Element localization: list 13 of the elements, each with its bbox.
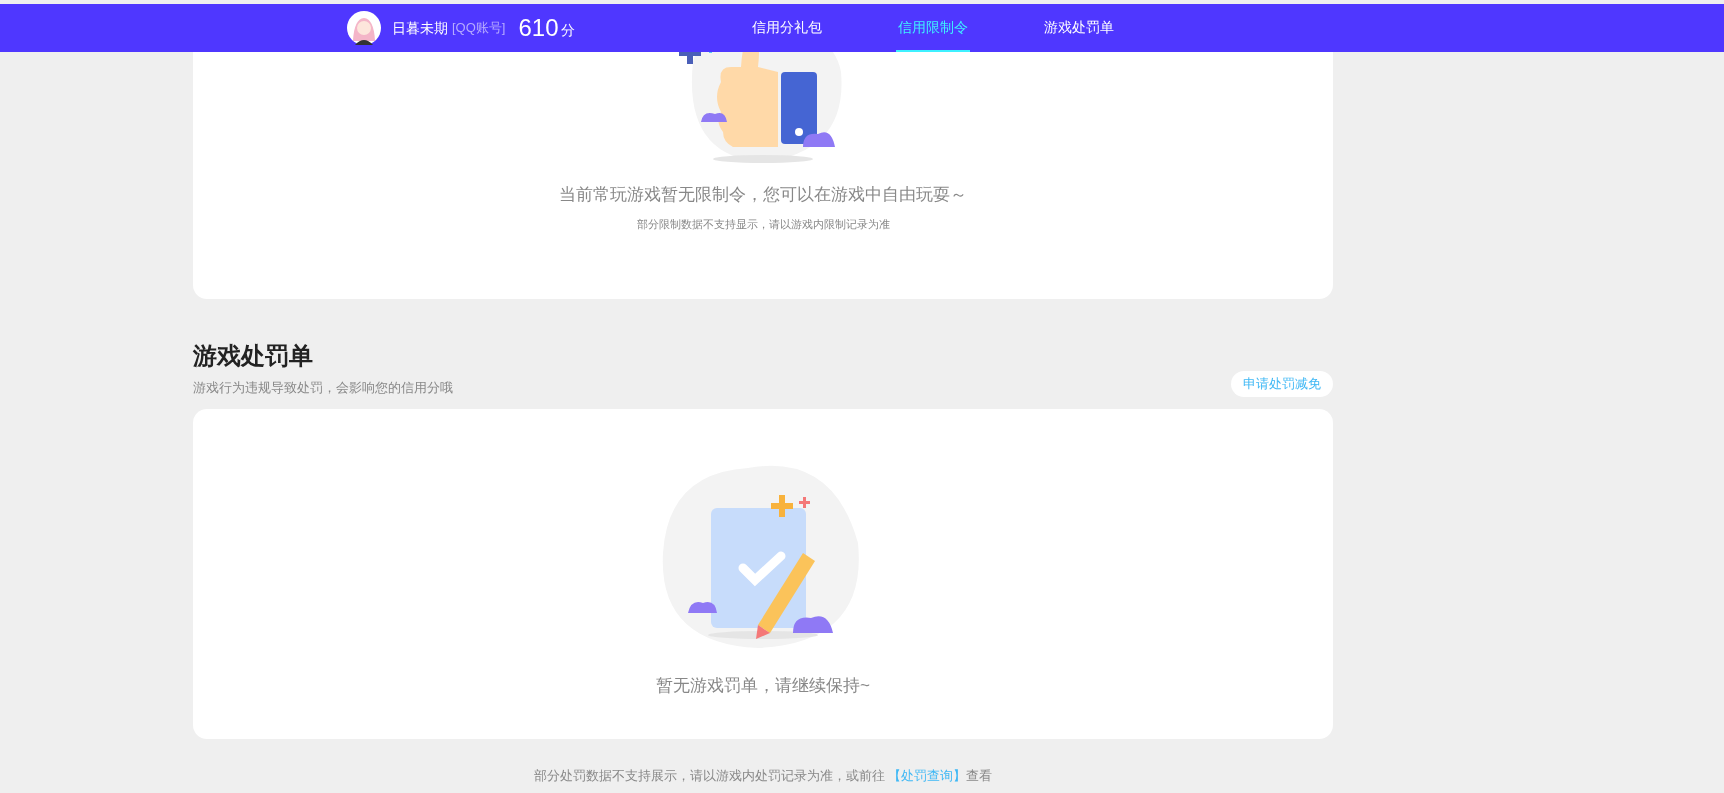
credit-score: 610 bbox=[518, 13, 559, 43]
score-unit: 分 bbox=[560, 20, 575, 40]
section-subtitle: 游戏行为违规导致处罚，会影响您的信用分哦 bbox=[193, 378, 453, 397]
avatar-icon bbox=[347, 11, 381, 45]
nav-tab[interactable]: 游戏处罚单 bbox=[1041, 4, 1116, 52]
restriction-note: 部分限制数据不支持显示，请以游戏内限制记录为准 bbox=[636, 216, 890, 232]
nav-tab[interactable]: 信用分礼包 bbox=[749, 4, 824, 52]
restriction-message: 当前常玩游戏暂无限制令，您可以在游戏中自由玩耍～ bbox=[559, 184, 967, 206]
footer-note: 部分处罚数据不支持展示，请以游戏内处罚记录为准，或前往 【处罚查询】查看 bbox=[532, 767, 994, 785]
user-name: 日暮未期 bbox=[392, 18, 448, 38]
empty-message: 暂无游戏罚单，请继续保持~ bbox=[656, 675, 870, 697]
account-tag: [QQ账号] bbox=[452, 18, 506, 38]
section-title: 游戏处罚单 bbox=[193, 341, 314, 371]
